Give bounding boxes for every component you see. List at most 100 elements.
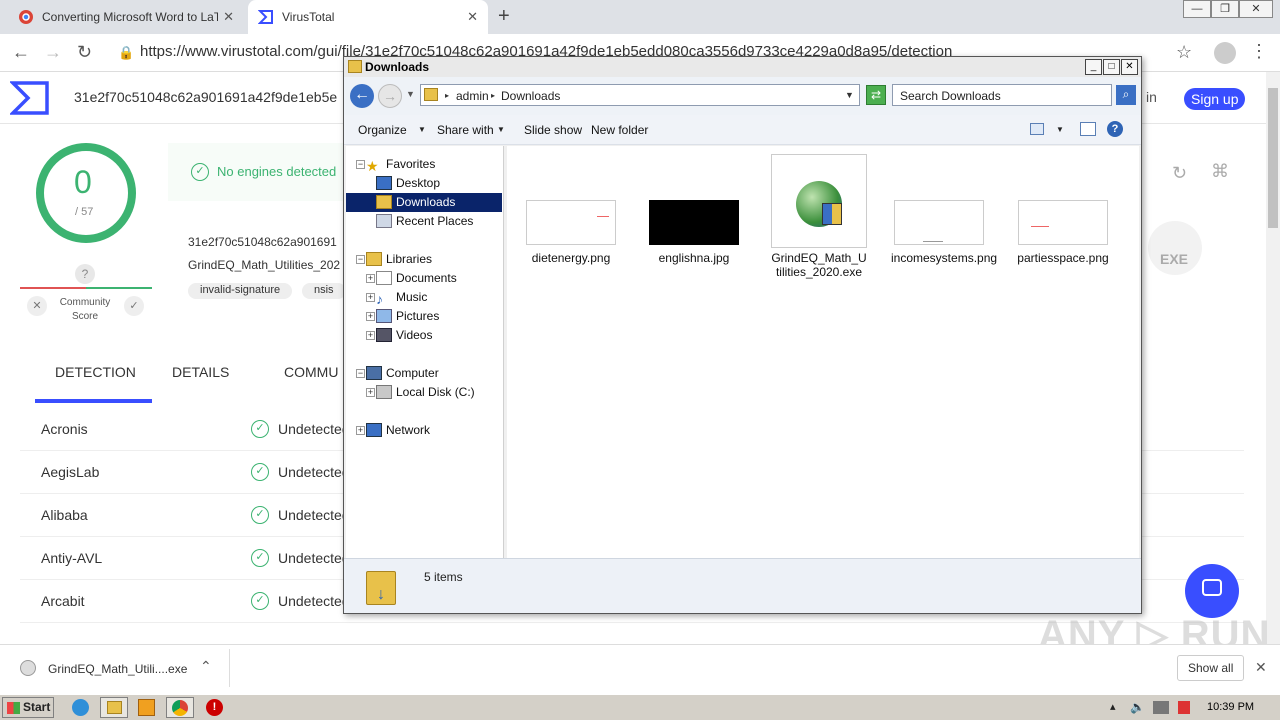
maximize-icon[interactable]: □: [1103, 59, 1120, 75]
preview-pane-icon[interactable]: [1080, 122, 1096, 136]
address-bar[interactable]: ▸ admin ▸ Downloads ▼: [420, 84, 860, 106]
stop-icon[interactable]: !: [206, 699, 223, 716]
videos-icon: [376, 328, 392, 342]
help-icon[interactable]: ?: [1107, 121, 1123, 137]
expand-icon[interactable]: +: [366, 293, 375, 302]
network-tray-icon[interactable]: [1153, 701, 1169, 714]
tab-detection[interactable]: DETECTION: [55, 364, 136, 380]
search-input[interactable]: Search Downloads: [892, 84, 1112, 106]
nav-videos[interactable]: Videos: [376, 328, 432, 342]
restore-icon[interactable]: ❐: [1211, 0, 1239, 18]
chevron-right-icon[interactable]: ▸: [445, 91, 449, 100]
expand-icon[interactable]: +: [366, 388, 375, 397]
scrollbar-thumb[interactable]: [1268, 88, 1278, 228]
show-all-button[interactable]: Show all: [1177, 655, 1245, 681]
taskbar-chrome-button[interactable]: [166, 697, 194, 718]
chevron-down-icon[interactable]: ▼: [1056, 125, 1064, 134]
security-tray-icon[interactable]: [1178, 701, 1190, 714]
nav-documents[interactable]: Documents: [376, 271, 457, 285]
file-name[interactable]: GrindEQ_Math_Utilities_2020.exe: [771, 251, 867, 279]
file-name[interactable]: englishna.jpg: [646, 251, 742, 265]
close-window-icon[interactable]: ✕: [1239, 0, 1273, 18]
refresh-icon[interactable]: ⇄: [866, 85, 886, 105]
start-button[interactable]: Start: [2, 697, 54, 718]
view-options-icon[interactable]: [1030, 123, 1044, 135]
collapse-icon[interactable]: −: [356, 255, 365, 264]
vote-up-icon[interactable]: ✓: [124, 296, 144, 316]
nav-pictures[interactable]: Pictures: [376, 309, 439, 323]
menu-kebab-icon[interactable]: ⋮: [1250, 41, 1268, 62]
address-dropdown-icon[interactable]: ▼: [845, 90, 854, 100]
ie-icon[interactable]: [72, 699, 89, 716]
recent-locations-chevron-icon[interactable]: ▼: [406, 89, 415, 99]
forward-arrow-icon[interactable]: →: [44, 42, 62, 63]
collapse-icon[interactable]: −: [356, 160, 365, 169]
nav-favorites[interactable]: ★ Favorites: [366, 157, 435, 174]
virustotal-logo-icon[interactable]: [8, 80, 50, 119]
forward-arrow-icon[interactable]: →: [378, 84, 402, 108]
nav-libraries[interactable]: Libraries: [366, 252, 432, 266]
similar-icon[interactable]: ⌘: [1211, 161, 1229, 182]
new-folder-button[interactable]: New folder: [591, 123, 648, 137]
file-name[interactable]: dietenergy.png: [523, 251, 619, 265]
file-name[interactable]: incomesystems.png: [891, 251, 997, 265]
tag-nsis[interactable]: nsis: [302, 283, 346, 299]
sign-in-link[interactable]: in: [1146, 89, 1157, 105]
chevron-right-icon[interactable]: ▸: [491, 91, 495, 100]
chevron-down-icon[interactable]: ▼: [497, 125, 505, 134]
installer-thumbnail[interactable]: [771, 154, 867, 248]
search-icon[interactable]: ⌕: [1116, 85, 1136, 105]
nav-desktop[interactable]: Desktop: [376, 176, 440, 190]
nav-downloads[interactable]: Downloads: [376, 195, 455, 209]
nav-local-disk[interactable]: Local Disk (C:): [376, 385, 475, 399]
tag-invalid-signature[interactable]: invalid-signature: [188, 283, 293, 299]
share-with-menu[interactable]: Share with: [437, 123, 494, 137]
tray-arrow-icon[interactable]: ▴: [1110, 700, 1116, 713]
image-thumbnail[interactable]: [894, 200, 984, 245]
sign-up-button[interactable]: Sign up: [1184, 88, 1246, 110]
tab-community[interactable]: COMMU: [284, 364, 338, 380]
expand-icon[interactable]: +: [366, 312, 375, 321]
file-name[interactable]: partiesspace.png: [1015, 251, 1111, 265]
image-thumbnail[interactable]: [526, 200, 616, 245]
image-thumbnail[interactable]: [1018, 200, 1108, 245]
download-file-name[interactable]: GrindEQ_Math_Utili....exe: [48, 662, 187, 676]
minimize-icon[interactable]: _: [1085, 59, 1102, 75]
back-arrow-icon[interactable]: ←: [350, 84, 374, 108]
taskbar-explorer-button[interactable]: [100, 697, 128, 718]
volume-icon[interactable]: 🔈: [1130, 700, 1145, 714]
search-hash-input[interactable]: 31e2f70c51048c62a901691a42f9de1eb5e: [74, 89, 337, 105]
nav-computer[interactable]: Computer: [366, 366, 439, 380]
bookmark-star-icon[interactable]: ☆: [1176, 42, 1192, 63]
chevron-down-icon[interactable]: ▼: [418, 125, 426, 134]
chat-button[interactable]: [1185, 564, 1239, 618]
nav-music[interactable]: ♪ Music: [376, 290, 427, 307]
expand-icon[interactable]: +: [366, 274, 375, 283]
vote-down-icon[interactable]: ✕: [27, 296, 47, 316]
profile-avatar[interactable]: [1214, 42, 1236, 64]
breadcrumb-downloads[interactable]: Downloads: [501, 89, 560, 103]
close-tab-icon[interactable]: ✕: [223, 9, 234, 25]
tab-virustotal[interactable]: VirusTotal ✕: [248, 0, 488, 34]
close-download-bar-icon[interactable]: ✕: [1255, 659, 1267, 676]
organize-menu[interactable]: Organize: [358, 123, 407, 137]
reanalyze-icon[interactable]: ↻: [1172, 163, 1187, 184]
back-arrow-icon[interactable]: ←: [12, 42, 30, 63]
tab-details[interactable]: DETAILS: [172, 364, 229, 380]
breadcrumb-admin[interactable]: admin: [456, 89, 489, 103]
slide-show-button[interactable]: Slide show: [524, 123, 582, 137]
chevron-up-icon[interactable]: ⌃: [200, 658, 212, 675]
media-player-icon[interactable]: [138, 699, 155, 716]
expand-icon[interactable]: +: [356, 426, 365, 435]
expand-icon[interactable]: +: [366, 331, 375, 340]
tab-latex-converter[interactable]: Converting Microsoft Word to LaTeX ✕: [8, 0, 244, 34]
image-thumbnail[interactable]: [649, 200, 739, 245]
close-tab-icon[interactable]: ✕: [467, 9, 478, 25]
new-tab-icon[interactable]: +: [498, 5, 510, 28]
collapse-icon[interactable]: −: [356, 369, 365, 378]
close-icon[interactable]: ✕: [1121, 59, 1138, 75]
reload-icon[interactable]: ↻: [77, 42, 92, 63]
nav-recent-places[interactable]: Recent Places: [376, 214, 473, 228]
nav-network[interactable]: Network: [366, 423, 430, 437]
minimize-icon[interactable]: —: [1183, 0, 1211, 18]
